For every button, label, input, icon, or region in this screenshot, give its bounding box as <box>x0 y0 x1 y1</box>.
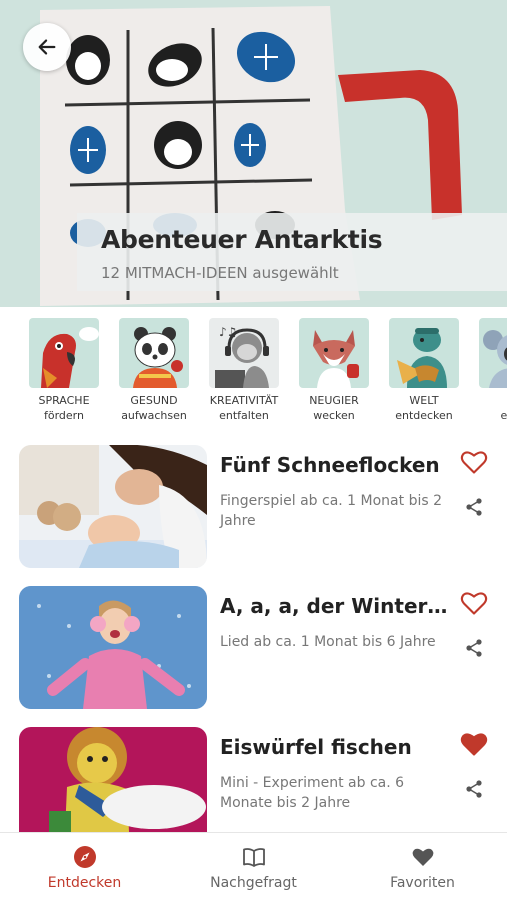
list-item[interactable]: A, a, a, der Winter… Lied ab ca. 1 Monat… <box>0 586 507 714</box>
category-label-line2: wecken <box>313 409 355 422</box>
item-title[interactable]: Eiswürfel fischen <box>220 735 455 759</box>
category-label-line2: fördern <box>44 409 84 422</box>
category-partial[interactable]: WIentw <box>474 318 507 423</box>
nav-nachgefragt[interactable]: Nachgefragt <box>169 833 338 900</box>
monkey-music-icon: ♪♫ <box>209 318 279 388</box>
item-thumbnail <box>19 445 207 568</box>
item-title[interactable]: Fünf Schneeflocken <box>220 453 455 477</box>
category-label-line1: WELT <box>409 394 439 407</box>
item-description: Fingerspiel ab ca. 1 Monat bis 2 Jahre <box>220 493 442 529</box>
category-gesund[interactable]: GESUND aufwachsen <box>114 318 194 423</box>
nav-favoriten[interactable]: Favoriten <box>338 833 507 900</box>
fox-icon <box>299 318 369 388</box>
category-kreativitaet[interactable]: ♪♫ KREATIVITÄT entfalten <box>204 318 284 423</box>
nav-entdecken[interactable]: Entdecken <box>0 833 169 900</box>
category-welt[interactable]: WELT entdecken <box>384 318 464 423</box>
nav-label: Favoriten <box>390 875 455 891</box>
heart-outline-icon[interactable] <box>460 449 488 475</box>
hero-banner: Abenteuer Antarktis 12 MITMACH-IDEEN aus… <box>0 0 507 307</box>
category-label-line2: aufwachsen <box>121 409 187 422</box>
item-description: Mini - Experiment ab ca. 6 Monate bis 2 … <box>220 775 405 811</box>
item-title[interactable]: A, a, a, der Winter… <box>220 594 455 618</box>
arrow-left-icon <box>38 39 56 55</box>
page-subtitle: 12 MITMACH-IDEEN ausgewählt <box>101 264 339 282</box>
share-icon[interactable] <box>464 497 484 517</box>
compass-icon <box>73 846 96 868</box>
heart-filled-icon[interactable] <box>460 731 488 757</box>
category-label-line2: entw <box>500 409 507 422</box>
turtle-icon <box>389 318 459 388</box>
nav-label: Nachgefragt <box>210 875 297 891</box>
category-label-line1: SPRACHE <box>38 394 90 407</box>
item-thumbnail <box>19 586 207 709</box>
item-thumbnail <box>19 727 207 832</box>
category-label-line1: KREATIVITÄT <box>209 394 279 407</box>
parrot-icon <box>29 318 99 388</box>
nav-label: Entdecken <box>47 875 122 891</box>
category-carousel[interactable]: SPRACHE fördern GESUND aufwachsen ♪♫ KREAT… <box>0 307 507 431</box>
koala-icon <box>479 318 507 388</box>
page-title: Abenteuer Antarktis <box>101 225 383 254</box>
back-button[interactable] <box>23 23 71 71</box>
item-description: Lied ab ca. 1 Monat bis 6 Jahre <box>220 634 436 650</box>
category-neugier[interactable]: NEUGIER wecken <box>294 318 374 423</box>
category-label-line2: entdecken <box>395 409 453 422</box>
panda-icon <box>119 318 189 388</box>
category-sprache[interactable]: SPRACHE fördern <box>24 318 104 423</box>
list-item[interactable]: Fünf Schneeflocken Fingerspiel ab ca. 1 … <box>0 445 507 573</box>
share-icon[interactable] <box>464 638 484 658</box>
category-label-line1: GESUND <box>130 394 178 407</box>
book-icon <box>242 848 265 867</box>
bottom-navigation: Entdecken Nachgefragt Favoriten <box>0 832 507 900</box>
heart-outline-icon[interactable] <box>460 590 488 616</box>
heart-icon <box>412 848 433 866</box>
category-label-line2: entfalten <box>219 409 269 422</box>
share-icon[interactable] <box>464 779 484 799</box>
category-label-line1: NEUGIER <box>309 394 359 407</box>
hero-title-panel: Abenteuer Antarktis 12 MITMACH-IDEEN aus… <box>77 213 507 291</box>
